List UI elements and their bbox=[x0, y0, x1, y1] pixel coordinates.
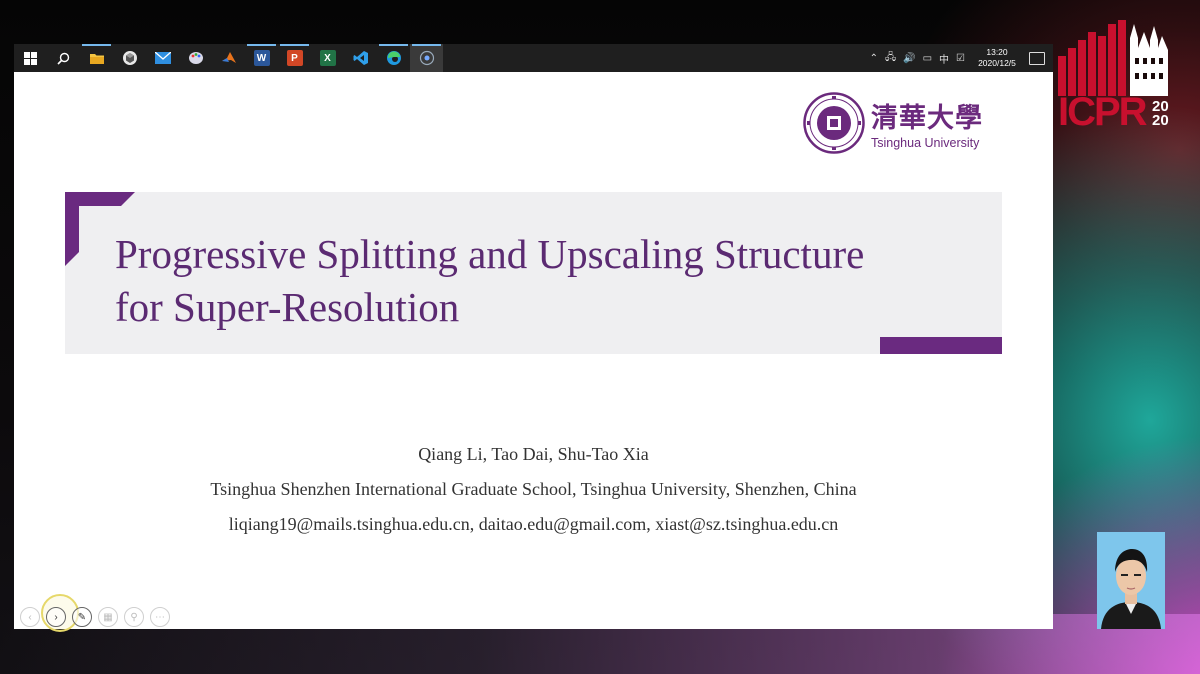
icpr-year-bottom: 20 bbox=[1152, 112, 1169, 129]
vscode-button[interactable] bbox=[344, 44, 377, 72]
mail-button[interactable] bbox=[146, 44, 179, 72]
matlab-icon bbox=[221, 52, 236, 63]
edge-icon bbox=[386, 51, 401, 65]
icpr-letters: ICPR bbox=[1058, 90, 1148, 134]
checkbox-icon[interactable]: ☑ bbox=[956, 53, 965, 64]
icpr-name: ICPR bbox=[1058, 90, 1148, 135]
record-icon bbox=[419, 50, 434, 66]
system-tray: ⌃ 🖧 🔊 ▭ 中 ☑ 13:20 2020/12/5 bbox=[870, 44, 1045, 72]
matlab-button[interactable] bbox=[212, 44, 245, 72]
3d-viewer-button[interactable] bbox=[113, 44, 146, 72]
previous-slide-icon[interactable]: ‹ bbox=[20, 607, 40, 627]
edge-button[interactable] bbox=[377, 44, 410, 72]
chevron-up-icon[interactable]: ⌃ bbox=[870, 53, 878, 64]
cube-icon bbox=[122, 51, 137, 65]
slideshow-toolbar: ‹ › ✎ ▦ ⚲ ⋯ bbox=[20, 607, 170, 627]
start-button[interactable] bbox=[14, 44, 47, 72]
powerpoint-icon: P bbox=[286, 50, 303, 66]
next-slide-icon[interactable]: › bbox=[46, 607, 66, 627]
word-icon: W bbox=[253, 50, 270, 66]
presentation-slide: 清華大學 Tsinghua University Progressive Spl… bbox=[14, 72, 1053, 632]
more-options-icon[interactable]: ⋯ bbox=[150, 607, 170, 627]
search-button[interactable] bbox=[47, 44, 80, 72]
slides-grid-icon[interactable]: ▦ bbox=[98, 607, 118, 627]
palette-icon bbox=[188, 52, 203, 64]
paint-button[interactable] bbox=[179, 44, 212, 72]
powerpoint-button[interactable]: P bbox=[278, 44, 311, 72]
folder-icon bbox=[89, 54, 104, 64]
icpr-year: 20 20 bbox=[1152, 99, 1169, 129]
windows-icon bbox=[24, 51, 37, 65]
icpr-logo: ICPR 20 20 bbox=[1058, 18, 1178, 135]
accent-bar bbox=[880, 337, 1002, 354]
authors: Qiang Li, Tao Dai, Shu-Tao Xia bbox=[418, 444, 649, 464]
search-icon bbox=[57, 52, 70, 65]
clock-time: 13:20 bbox=[986, 47, 1008, 57]
emails: liqiang19@mails.tsinghua.edu.cn, daitao.… bbox=[228, 514, 839, 534]
excel-icon: X bbox=[319, 50, 336, 66]
excel-button[interactable]: X bbox=[311, 44, 344, 72]
presenter-button[interactable] bbox=[410, 44, 443, 72]
title-line-1: Progressive Splitting and Upscaling Stru… bbox=[115, 231, 865, 277]
clock-date: 2020/12/5 bbox=[978, 58, 1016, 68]
affiliation: Tsinghua Shenzhen International Graduate… bbox=[210, 479, 857, 499]
presenter-webcam bbox=[1097, 532, 1165, 629]
icpr-skyline-icon bbox=[1058, 20, 1168, 96]
windows-taskbar: W P X ⌃ 🖧 🔊 ▭ 中 ☑ 13:20 2020/12/5 bbox=[14, 44, 1053, 72]
tsinghua-logo: 清華大學 Tsinghua University bbox=[803, 92, 985, 156]
logo-english-name: Tsinghua University bbox=[871, 136, 980, 150]
notification-icon[interactable] bbox=[1029, 51, 1045, 65]
zoom-icon[interactable]: ⚲ bbox=[124, 607, 144, 627]
file-explorer-button[interactable] bbox=[80, 44, 113, 72]
pen-icon[interactable]: ✎ bbox=[72, 607, 92, 627]
clock[interactable]: 13:20 2020/12/5 bbox=[972, 47, 1022, 69]
ime-indicator[interactable]: 中 bbox=[939, 51, 949, 66]
mail-icon bbox=[154, 52, 171, 64]
logo-chinese-name: 清華大學 bbox=[871, 103, 983, 134]
title-line-2: for Super-Resolution bbox=[115, 284, 460, 330]
volume-icon[interactable]: 🔊 bbox=[903, 53, 915, 64]
network-icon[interactable]: 🖧 bbox=[885, 50, 896, 67]
vscode-icon bbox=[353, 51, 368, 65]
university-seal-icon bbox=[803, 92, 865, 154]
presenter-avatar bbox=[1097, 532, 1165, 629]
battery-icon[interactable]: ▭ bbox=[923, 53, 932, 64]
slide-title: Progressive Splitting and Upscaling Stru… bbox=[115, 228, 975, 334]
word-button[interactable]: W bbox=[245, 44, 278, 72]
